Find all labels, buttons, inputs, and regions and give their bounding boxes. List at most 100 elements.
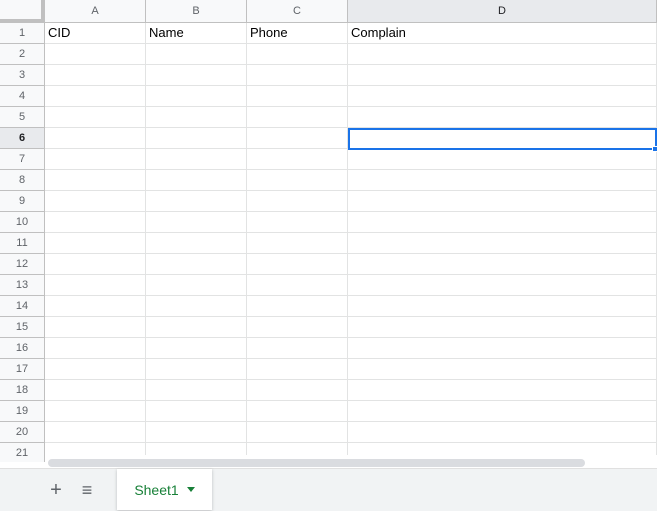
row-header-11[interactable]: 11 <box>0 233 45 254</box>
cell-c6[interactable] <box>247 128 348 149</box>
cell-c9[interactable] <box>247 191 348 212</box>
row-header-9[interactable]: 9 <box>0 191 45 212</box>
cell-a10[interactable] <box>45 212 146 233</box>
cell-d17[interactable] <box>348 359 657 380</box>
cell-d15[interactable] <box>348 317 657 338</box>
row-header-15[interactable]: 15 <box>0 317 45 338</box>
cell-c15[interactable] <box>247 317 348 338</box>
cell-c18[interactable] <box>247 380 348 401</box>
cell-d7[interactable] <box>348 149 657 170</box>
cell-c17[interactable] <box>247 359 348 380</box>
row-header-18[interactable]: 18 <box>0 380 45 401</box>
cell-b17[interactable] <box>146 359 247 380</box>
row-header-3[interactable]: 3 <box>0 65 45 86</box>
cell-d6[interactable] <box>348 128 657 149</box>
cell-c11[interactable] <box>247 233 348 254</box>
row-header-21[interactable]: 21 <box>0 443 45 462</box>
row-header-6[interactable]: 6 <box>0 128 45 149</box>
cell-c16[interactable] <box>247 338 348 359</box>
cell-d19[interactable] <box>348 401 657 422</box>
cell-b20[interactable] <box>146 422 247 443</box>
cell-a17[interactable] <box>45 359 146 380</box>
cell-d3[interactable] <box>348 65 657 86</box>
row-header-19[interactable]: 19 <box>0 401 45 422</box>
horizontal-scrollbar-thumb[interactable] <box>48 459 585 467</box>
fill-handle[interactable] <box>652 146 657 152</box>
cell-b9[interactable] <box>146 191 247 212</box>
cell-a7[interactable] <box>45 149 146 170</box>
cell-a14[interactable] <box>45 296 146 317</box>
cell-b16[interactable] <box>146 338 247 359</box>
row-header-1[interactable]: 1 <box>0 23 45 44</box>
cell-c12[interactable] <box>247 254 348 275</box>
cell-b12[interactable] <box>146 254 247 275</box>
row-header-4[interactable]: 4 <box>0 86 45 107</box>
cell-b5[interactable] <box>146 107 247 128</box>
cell-c5[interactable] <box>247 107 348 128</box>
cell-b11[interactable] <box>146 233 247 254</box>
cell-d8[interactable] <box>348 170 657 191</box>
cell-a5[interactable] <box>45 107 146 128</box>
cell-a2[interactable] <box>45 44 146 65</box>
chevron-down-icon[interactable] <box>186 487 195 492</box>
cell-b2[interactable] <box>146 44 247 65</box>
cell-a8[interactable] <box>45 170 146 191</box>
cell-c20[interactable] <box>247 422 348 443</box>
column-header-d[interactable]: D <box>348 0 657 23</box>
cell-c2[interactable] <box>247 44 348 65</box>
cell-b1[interactable]: Name <box>146 23 247 44</box>
all-sheets-button[interactable]: ≡ <box>75 478 99 502</box>
cell-b10[interactable] <box>146 212 247 233</box>
cell-b14[interactable] <box>146 296 247 317</box>
cell-b4[interactable] <box>146 86 247 107</box>
cell-b18[interactable] <box>146 380 247 401</box>
row-header-13[interactable]: 13 <box>0 275 45 296</box>
cell-a13[interactable] <box>45 275 146 296</box>
cell-d4[interactable] <box>348 86 657 107</box>
cell-a3[interactable] <box>45 65 146 86</box>
cell-b6[interactable] <box>146 128 247 149</box>
column-header-a[interactable]: A <box>45 0 146 23</box>
row-header-17[interactable]: 17 <box>0 359 45 380</box>
row-header-7[interactable]: 7 <box>0 149 45 170</box>
cell-b8[interactable] <box>146 170 247 191</box>
row-header-20[interactable]: 20 <box>0 422 45 443</box>
cell-d9[interactable] <box>348 191 657 212</box>
column-header-c[interactable]: C <box>247 0 348 23</box>
cell-c14[interactable] <box>247 296 348 317</box>
cell-c10[interactable] <box>247 212 348 233</box>
cell-c7[interactable] <box>247 149 348 170</box>
cell-c3[interactable] <box>247 65 348 86</box>
cell-a9[interactable] <box>45 191 146 212</box>
cell-d14[interactable] <box>348 296 657 317</box>
cell-b13[interactable] <box>146 275 247 296</box>
row-header-14[interactable]: 14 <box>0 296 45 317</box>
cell-a12[interactable] <box>45 254 146 275</box>
cell-a19[interactable] <box>45 401 146 422</box>
sheet-tab-sheet1[interactable]: Sheet1 <box>117 469 212 510</box>
cell-d5[interactable] <box>348 107 657 128</box>
select-all-corner[interactable] <box>0 0 45 23</box>
cell-a11[interactable] <box>45 233 146 254</box>
row-header-5[interactable]: 5 <box>0 107 45 128</box>
cell-c4[interactable] <box>247 86 348 107</box>
cell-d11[interactable] <box>348 233 657 254</box>
cell-a20[interactable] <box>45 422 146 443</box>
cell-c13[interactable] <box>247 275 348 296</box>
add-sheet-button[interactable]: + <box>44 478 68 502</box>
cell-a4[interactable] <box>45 86 146 107</box>
cell-a16[interactable] <box>45 338 146 359</box>
cell-d12[interactable] <box>348 254 657 275</box>
cell-a1[interactable]: CID <box>45 23 146 44</box>
cell-c19[interactable] <box>247 401 348 422</box>
cell-b3[interactable] <box>146 65 247 86</box>
cell-b7[interactable] <box>146 149 247 170</box>
row-header-8[interactable]: 8 <box>0 170 45 191</box>
cell-c8[interactable] <box>247 170 348 191</box>
row-header-12[interactable]: 12 <box>0 254 45 275</box>
cell-d10[interactable] <box>348 212 657 233</box>
cell-d2[interactable] <box>348 44 657 65</box>
cell-c1[interactable]: Phone <box>247 23 348 44</box>
row-header-16[interactable]: 16 <box>0 338 45 359</box>
row-header-2[interactable]: 2 <box>0 44 45 65</box>
